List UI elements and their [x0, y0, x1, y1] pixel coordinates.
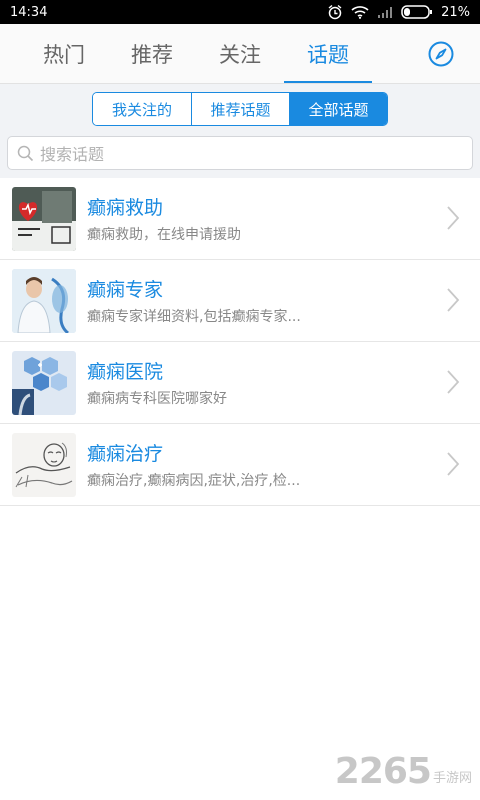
sketch-patient-image: [12, 432, 76, 497]
tab-follow[interactable]: 关注: [196, 24, 284, 83]
chevron-right-icon: [446, 369, 460, 395]
segment-my-follow[interactable]: 我关注的: [93, 93, 191, 125]
segmented-control: 我关注的 推荐话题 全部话题: [92, 92, 388, 126]
list-item[interactable]: 癫痫救助 癫痫救助，在线申请援助: [0, 178, 480, 260]
topic-list: 癫痫救助 癫痫救助，在线申请援助 癫痫专家 癫痫专家详细资料,包括癫痫专家...: [0, 178, 480, 506]
search-icon: [17, 145, 34, 162]
status-time: 14:34: [10, 4, 48, 20]
hospital-image: [12, 350, 76, 415]
list-item-texts: 癫痫救助 癫痫救助，在线申请援助: [87, 193, 480, 244]
status-bar: 14:34 21%: [0, 0, 480, 24]
search-input[interactable]: 搜索话题: [7, 136, 473, 170]
tab-hot[interactable]: 热门: [20, 24, 108, 83]
doctor-image: [12, 268, 76, 333]
topic-description: 癫痫专家详细资料,包括癫痫专家...: [87, 309, 301, 325]
battery-percent: 21%: [441, 4, 470, 20]
watermark-logo: 2265 手游网: [335, 754, 472, 790]
list-item[interactable]: 癫痫专家 癫痫专家详细资料,包括癫痫专家...: [0, 260, 480, 342]
tab-topics[interactable]: 话题: [284, 24, 372, 83]
tabs: 热门 推荐 关注 话题: [0, 24, 372, 83]
alarm-icon: [327, 4, 343, 20]
compass-icon[interactable]: [428, 41, 454, 67]
signal-icon: [377, 6, 393, 19]
chevron-right-icon: [446, 287, 460, 313]
top-tab-bar: 热门 推荐 关注 话题: [0, 24, 480, 84]
segment-recommended-topics[interactable]: 推荐话题: [191, 93, 289, 125]
wifi-icon: [351, 5, 369, 19]
topic-description: 癫痫治疗,癫痫病因,症状,治疗,检...: [87, 473, 301, 489]
topic-title: 癫痫治疗: [87, 443, 164, 465]
list-item[interactable]: 癫痫治疗 癫痫治疗,癫痫病因,症状,治疗,检...: [0, 424, 480, 506]
battery-icon: [401, 5, 433, 19]
list-item-texts: 癫痫治疗 癫痫治疗,癫痫病因,症状,治疗,检...: [87, 439, 480, 490]
segment-all-topics[interactable]: 全部话题: [289, 93, 387, 125]
topic-title: 癫痫救助: [87, 197, 164, 219]
list-item-texts: 癫痫医院 癫痫病专科医院哪家好: [87, 357, 480, 408]
topic-description: 癫痫病专科医院哪家好: [87, 391, 227, 407]
topic-title: 癫痫医院: [87, 361, 164, 383]
topic-title: 癫痫专家: [87, 279, 164, 301]
status-icons: 21%: [327, 4, 470, 20]
search-area: 搜索话题: [0, 134, 480, 178]
watermark-number: 2265: [334, 751, 432, 792]
watermark-suffix: 手游网: [432, 771, 472, 786]
heart-care-image: [12, 186, 76, 251]
chevron-right-icon: [446, 205, 460, 231]
topic-description: 癫痫救助，在线申请援助: [87, 227, 241, 243]
chevron-right-icon: [446, 451, 460, 477]
segment-area: 我关注的 推荐话题 全部话题: [0, 84, 480, 134]
tab-recommend[interactable]: 推荐: [108, 24, 196, 83]
list-item[interactable]: 癫痫医院 癫痫病专科医院哪家好: [0, 342, 480, 424]
list-item-texts: 癫痫专家 癫痫专家详细资料,包括癫痫专家...: [87, 275, 480, 326]
search-placeholder: 搜索话题: [40, 145, 105, 164]
